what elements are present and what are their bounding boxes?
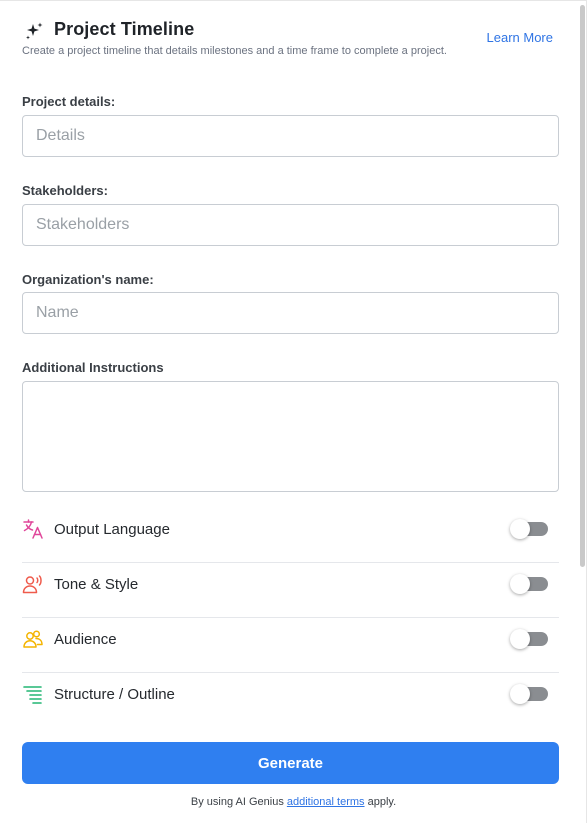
output-language-toggle[interactable] (510, 519, 548, 539)
structure-outline-toggle[interactable] (510, 684, 548, 704)
tone-style-toggle[interactable] (510, 574, 548, 594)
page-title: Project Timeline (54, 19, 195, 39)
additional-instructions-textarea[interactable] (22, 381, 559, 492)
structure-outline-label: Structure / Outline (54, 686, 175, 703)
scrollbar[interactable] (580, 5, 585, 567)
footer-prefix: By using AI Genius (190, 796, 287, 808)
tone-style-label: Tone & Style (54, 576, 139, 593)
project-details-input[interactable] (22, 115, 559, 157)
option-output-language: Output Language (22, 508, 559, 563)
stakeholders-input[interactable] (22, 204, 559, 246)
translate-icon (23, 519, 43, 539)
additional-terms-link[interactable]: additional terms (287, 796, 365, 808)
project-details-label: Project details: (22, 94, 116, 109)
learn-more-link[interactable]: Learn More (487, 30, 553, 45)
option-structure-outline: Structure / Outline (22, 673, 559, 728)
generate-button[interactable]: Generate (22, 742, 559, 784)
sparkle-icon (26, 22, 43, 40)
voice-icon (22, 575, 42, 594)
project-timeline-panel: Project Timeline Create a project timeli… (0, 0, 587, 823)
audience-label: Audience (54, 631, 117, 648)
organization-name-input[interactable] (22, 292, 559, 334)
stakeholders-label: Stakeholders: (22, 183, 108, 198)
people-icon (23, 630, 43, 648)
option-audience: Audience (22, 618, 559, 673)
header: Project Timeline Create a project timeli… (22, 19, 558, 63)
footer-terms: By using AI Genius additional terms appl… (0, 796, 587, 808)
output-language-label: Output Language (54, 521, 170, 538)
outline-icon (23, 686, 42, 704)
organization-name-label: Organization's name: (22, 272, 154, 287)
audience-toggle[interactable] (510, 629, 548, 649)
page-subtitle: Create a project timeline that details m… (22, 45, 447, 57)
additional-instructions-label: Additional Instructions (22, 360, 164, 375)
option-tone-style: Tone & Style (22, 563, 559, 618)
footer-suffix: apply. (364, 796, 397, 808)
